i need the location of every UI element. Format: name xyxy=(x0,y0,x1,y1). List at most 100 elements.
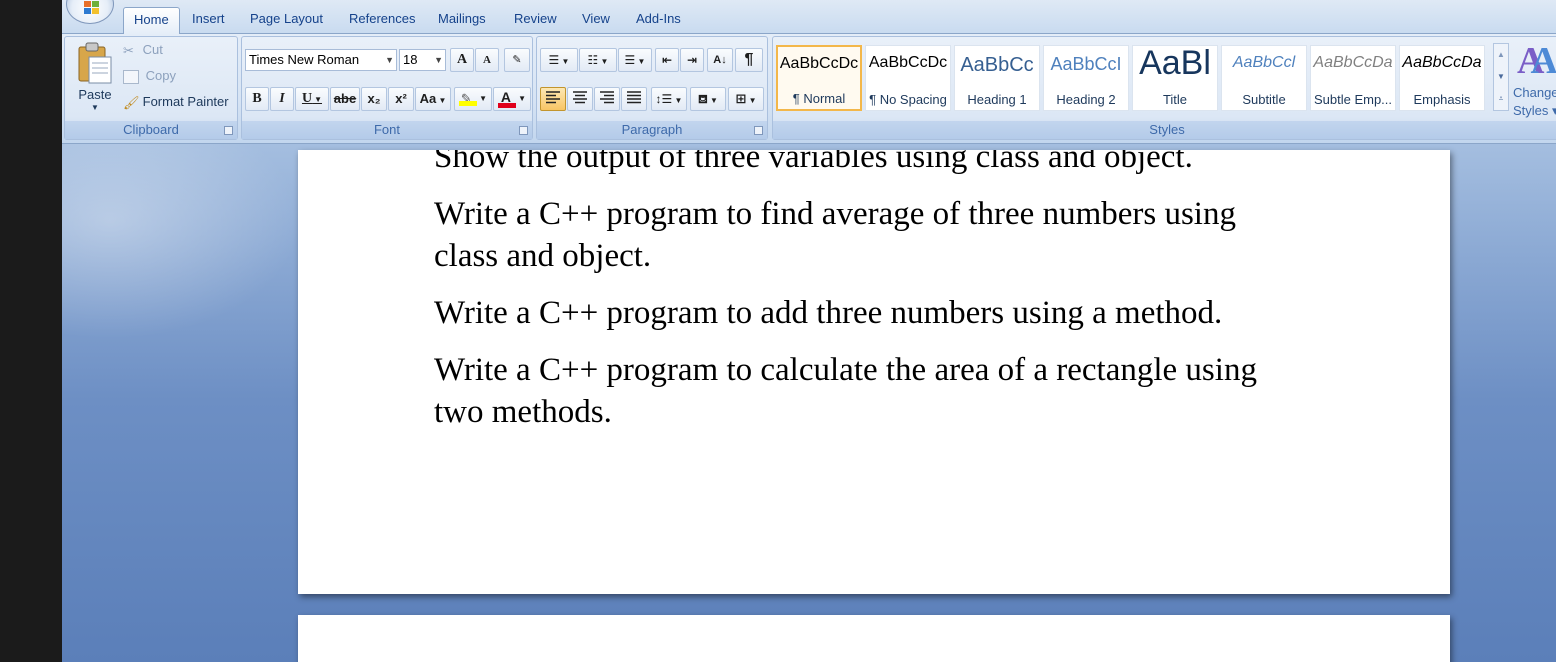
ribbon-tab-bar: Home Insert Page Layout References Maili… xyxy=(62,0,1556,35)
tab-review[interactable]: Review xyxy=(504,7,567,34)
line-spacing-button[interactable]: ↕☰ ▼ xyxy=(651,87,687,111)
sort-button[interactable]: A↓ xyxy=(707,48,733,72)
office-logo-icon xyxy=(84,1,100,15)
style-tile[interactable]: AaBbCc Heading 1 xyxy=(954,45,1040,111)
italic-button[interactable]: I xyxy=(270,87,294,111)
decrease-indent-button[interactable]: ⇤ xyxy=(655,48,679,72)
highlighter-icon: ✎ xyxy=(458,88,477,106)
strikethrough-button[interactable]: abe xyxy=(330,87,360,111)
scissors-icon: ✂ xyxy=(123,42,134,58)
style-tile[interactable]: AaBbCcI Heading 2 xyxy=(1043,45,1129,111)
borders-button[interactable]: ⊞ ▼ xyxy=(728,87,764,111)
style-sample: AaBbCcDc xyxy=(868,54,948,71)
office-button[interactable] xyxy=(66,0,114,24)
font-size-combo[interactable]: 18 ▼ xyxy=(399,49,446,71)
clear-formatting-button[interactable]: ✎ xyxy=(504,48,530,72)
doc-line[interactable]: Write a C++ program to calculate the are… xyxy=(434,349,1257,391)
pilcrow-icon: ¶ xyxy=(744,51,754,68)
doc-line[interactable]: class and object. xyxy=(434,235,651,277)
paragraph-group: ☰ ▼ ☷ ▼ ☰ ▼ ⇤ ⇥ A↓ ¶ ↕☰ ▼ ⛾ ▼ ⊞ ▼ Paragr… xyxy=(536,36,768,140)
style-tile[interactable]: AaBl Title xyxy=(1132,44,1218,111)
style-tile[interactable]: AaBbCcDa Subtle Emp... xyxy=(1310,45,1396,111)
style-sample: AaBl xyxy=(1139,44,1211,82)
clipboard-group-label: Clipboard xyxy=(65,121,237,139)
tab-insert[interactable]: Insert xyxy=(182,7,235,34)
multilevel-list-button[interactable]: ☰ ▼ xyxy=(618,48,652,72)
copy-icon xyxy=(123,69,139,84)
borders-icon: ⊞ xyxy=(735,91,747,106)
superscript-button[interactable]: x² xyxy=(388,87,414,111)
tab-view[interactable]: View xyxy=(572,7,620,34)
paint-bucket-icon: ⛾ xyxy=(698,92,708,106)
style-tile[interactable]: AaBbCcl Subtitle xyxy=(1221,45,1307,111)
increase-indent-button[interactable]: ⇥ xyxy=(680,48,704,72)
cut-label: Cut xyxy=(142,42,163,57)
subscript-button[interactable]: x₂ xyxy=(361,87,387,111)
subscript-icon: x₂ xyxy=(367,91,381,106)
clipboard-launcher-icon[interactable] xyxy=(224,126,233,135)
style-name: Heading 2 xyxy=(1056,92,1116,107)
justify-button[interactable] xyxy=(621,87,647,111)
scroll-up-icon[interactable]: ▲ xyxy=(1494,44,1508,66)
font-color-button[interactable]: A ▼ xyxy=(493,87,531,111)
style-name: Title xyxy=(1162,92,1188,107)
tab-add-ins[interactable]: Add-Ins xyxy=(626,7,691,34)
paste-button[interactable]: Paste ▼ xyxy=(69,39,117,117)
shrink-font-button[interactable]: A xyxy=(475,48,499,72)
change-styles-label-2: Styles ▾ xyxy=(1513,103,1556,118)
numbering-icon: ☷ xyxy=(587,53,599,67)
italic-icon: I xyxy=(279,91,285,106)
scroll-down-icon[interactable]: ▼ xyxy=(1494,66,1508,88)
align-left-button[interactable] xyxy=(540,87,566,111)
chevron-down-icon: ▼ xyxy=(434,55,443,65)
doc-line[interactable]: Write a C++ program to find average of t… xyxy=(434,193,1236,235)
tab-mailings[interactable]: Mailings xyxy=(428,7,496,34)
copy-label: Copy xyxy=(145,68,176,83)
bullets-button[interactable]: ☰ ▼ xyxy=(540,48,578,72)
style-sample: AaBbCcDa xyxy=(1402,54,1482,71)
doc-line[interactable]: Show the output of three variables using… xyxy=(434,150,1193,178)
format-painter-label: Format Painter xyxy=(142,94,229,109)
numbering-button[interactable]: ☷ ▼ xyxy=(579,48,617,72)
show-marks-button[interactable]: ¶ xyxy=(735,48,763,72)
copy-button[interactable]: Copy xyxy=(123,65,176,87)
format-painter-button[interactable]: 🖌 Format Painter xyxy=(123,91,229,113)
highlight-button[interactable]: ✎ ▼ xyxy=(454,87,492,111)
style-tile[interactable]: AaBbCcDc ¶ Normal xyxy=(776,45,862,111)
style-sample: AaBbCcl xyxy=(1232,54,1296,71)
styles-group-label: Styles xyxy=(773,121,1556,139)
bold-button[interactable]: B xyxy=(245,87,269,111)
change-styles-label: Change xyxy=(1513,85,1556,100)
tab-references[interactable]: References xyxy=(339,7,425,34)
style-sample: AaBbCcI xyxy=(1050,54,1122,74)
style-name: Subtitle xyxy=(1242,92,1286,107)
paragraph-launcher-icon[interactable] xyxy=(754,126,763,135)
styles-gallery-scroll[interactable]: ▲ ▼ ⩡ xyxy=(1493,43,1509,111)
change-styles-button[interactable]: AA Change Styles ▾ xyxy=(1513,39,1556,119)
cut-button[interactable]: ✂ Cut xyxy=(123,39,163,61)
shading-button[interactable]: ⛾ ▼ xyxy=(690,87,726,111)
left-black-strip xyxy=(0,0,62,662)
sort-icon: A↓ xyxy=(713,54,727,66)
document-page[interactable]: Show the output of three variables using… xyxy=(298,150,1450,594)
underline-button[interactable]: U ▼ xyxy=(295,87,329,111)
more-styles-icon[interactable]: ⩡ xyxy=(1494,88,1508,110)
doc-line[interactable]: Write a C++ program to add three numbers… xyxy=(434,292,1222,334)
word-window: Home Insert Page Layout References Maili… xyxy=(62,0,1556,662)
style-tile[interactable]: AaBbCcDc ¶ No Spacing xyxy=(865,45,951,111)
style-sample: AaBbCc xyxy=(960,54,1034,76)
font-name-combo[interactable]: Times New Roman ▼ xyxy=(245,49,397,71)
tab-page-layout[interactable]: Page Layout xyxy=(240,7,333,34)
align-center-button[interactable] xyxy=(567,87,593,111)
doc-line[interactable]: two methods. xyxy=(434,391,612,433)
align-right-button[interactable] xyxy=(594,87,620,111)
paste-dropdown-icon[interactable]: ▼ xyxy=(69,103,121,112)
change-case-button[interactable]: Aa ▼ xyxy=(415,87,451,111)
tab-home[interactable]: Home xyxy=(123,7,180,35)
bold-icon: B xyxy=(252,91,262,106)
chevron-down-icon: ▼ xyxy=(385,55,394,65)
next-document-page[interactable] xyxy=(298,615,1450,662)
style-tile[interactable]: AaBbCcDa Emphasis xyxy=(1399,45,1485,111)
grow-font-button[interactable]: A xyxy=(450,48,474,72)
font-launcher-icon[interactable] xyxy=(519,126,528,135)
